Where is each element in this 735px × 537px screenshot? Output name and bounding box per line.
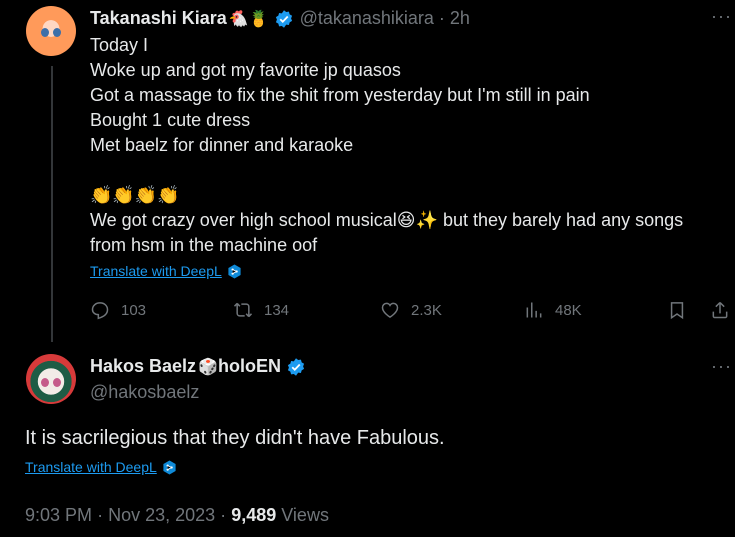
reply-time[interactable]: 9:03 PM xyxy=(25,505,92,525)
reply-metadata: 9:03 PM · Nov 23, 2023 · 9,489 Views xyxy=(25,505,329,526)
translate-label: Translate with DeepL xyxy=(25,459,157,475)
handle-separator: · xyxy=(438,8,445,28)
verified-badge-icon[interactable] xyxy=(286,357,306,377)
avatar-hakos-baelz[interactable] xyxy=(26,354,76,404)
tweet-line: We got crazy over high school musical😆✨ … xyxy=(90,210,684,230)
reply-author-name[interactable]: Hakos Baelz xyxy=(90,356,196,377)
reply-text: It is sacrilegious that they didn't have… xyxy=(25,427,445,449)
author-handle[interactable]: @takanashikiara xyxy=(300,8,434,29)
repost-count: 134 xyxy=(264,301,290,319)
views-separator: · xyxy=(220,505,227,525)
avatar-takanashi-kiara[interactable] xyxy=(26,6,76,56)
analytics-icon xyxy=(526,302,542,318)
author-name[interactable]: Takanashi Kiara xyxy=(90,8,227,29)
thread-connector-line xyxy=(51,66,53,342)
avatar-eye xyxy=(41,378,49,387)
tweet-line: Got a massage to fix the shit from yeste… xyxy=(90,85,590,105)
reply-views-count: 9,489 xyxy=(231,505,277,525)
deepl-icon xyxy=(228,263,241,279)
more-options-icon[interactable]: ··· xyxy=(711,6,732,27)
reply-views-label: Views xyxy=(281,505,329,525)
avatar-eye xyxy=(53,378,61,387)
verified-badge-icon[interactable] xyxy=(274,9,294,29)
reply-header: Hakos Baelz 🎲 holoEN xyxy=(90,356,306,377)
tweet-header: Takanashi Kiara 🐔🍍 @takanashikiara · 2h xyxy=(90,8,470,29)
like-count: 2.3K xyxy=(411,301,442,319)
reply-button[interactable]: 103 xyxy=(90,300,146,320)
bookmark-button[interactable] xyxy=(667,300,698,320)
tweet-line: 👏👏👏👏 xyxy=(90,185,180,205)
like-button[interactable]: 2.3K xyxy=(380,300,442,320)
tweet-line: Bought 1 cute dress xyxy=(90,110,251,130)
reply-translate-link[interactable]: Translate with DeepL xyxy=(25,459,177,475)
tweet-line xyxy=(90,158,683,183)
share-button[interactable] xyxy=(710,300,735,320)
deepl-icon xyxy=(163,459,176,475)
author-name-emojis: 🐔🍍 xyxy=(228,10,269,28)
more-options-icon[interactable]: ··· xyxy=(711,356,732,377)
reply-author-emoji: 🎲 xyxy=(198,358,218,376)
avatar-eye xyxy=(53,28,61,37)
tweet-body: Today I Woke up and got my favorite jp q… xyxy=(90,33,683,258)
repost-button[interactable]: 134 xyxy=(233,300,289,320)
translate-link[interactable]: Translate with DeepL xyxy=(90,263,242,279)
reply-author-suffix[interactable]: holoEN xyxy=(218,356,281,377)
tweet-line: Woke up and got my favorite jp quasos xyxy=(90,60,401,80)
tweet-line: Met baelz for dinner and karaoke xyxy=(90,135,354,155)
reply-count: 103 xyxy=(121,301,147,319)
translate-label: Translate with DeepL xyxy=(90,263,222,279)
tweet-line: Today I xyxy=(90,35,149,55)
reply-author-handle[interactable]: @hakosbaelz xyxy=(90,382,199,403)
tweet-line: from hsm in the machine oof xyxy=(90,235,318,255)
avatar-eye xyxy=(41,28,49,37)
views-button[interactable]: 48K xyxy=(524,300,582,320)
repost-icon xyxy=(233,302,253,318)
views-count: 48K xyxy=(555,301,582,319)
tweet-time[interactable]: 2h xyxy=(450,8,470,29)
date-separator: · xyxy=(97,505,104,525)
reply-icon xyxy=(91,302,109,320)
reply-date[interactable]: Nov 23, 2023 xyxy=(108,505,215,525)
heart-icon xyxy=(381,302,399,318)
bookmark-icon xyxy=(670,302,684,320)
share-icon xyxy=(712,301,728,319)
tweet-actions: 103 134 2.3K 48K xyxy=(90,300,735,326)
